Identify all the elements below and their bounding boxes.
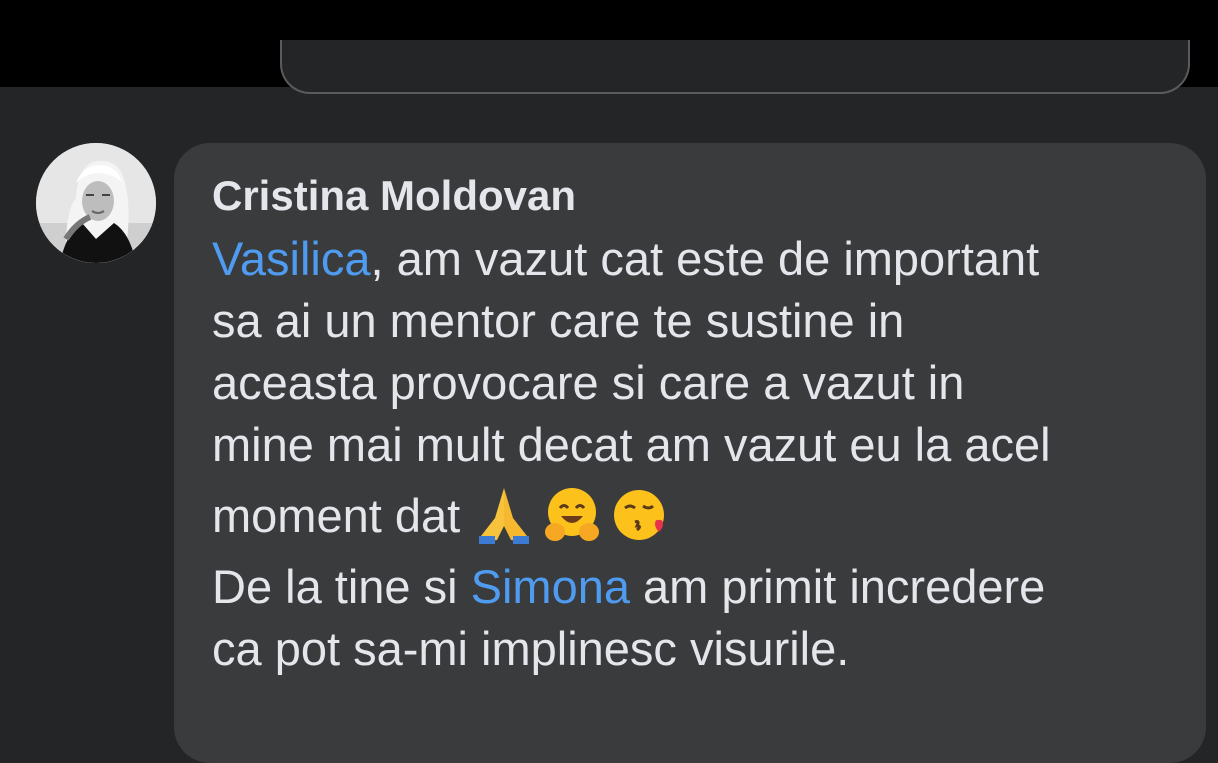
hugging-face-icon (541, 484, 603, 546)
comment-line: ca pot sa-mi implinesc visurile. (212, 622, 850, 675)
mention-link[interactable]: Vasilica (212, 232, 370, 285)
comment-line: mine mai mult decat am vazut eu la acel (212, 418, 1051, 471)
comment-text-segment: am primit incredere (629, 560, 1046, 613)
comment-line: sa ai un mentor care te sustine in (212, 294, 905, 347)
comment-text-segment: De la tine si (212, 560, 471, 613)
comment-line: De la tine si Simona am primit incredere (212, 556, 1192, 618)
mention-link[interactable]: Simona (471, 560, 630, 613)
comment-line: Vasilica, am vazut cat este de important (212, 228, 1192, 290)
folded-hands-icon (473, 484, 535, 546)
previous-comment-bubble-edge (280, 40, 1190, 94)
comment-author-name[interactable]: Cristina Moldovan (212, 172, 576, 220)
comment-text: Vasilica, am vazut cat este de important… (212, 228, 1192, 680)
face-blowing-kiss-icon (609, 484, 671, 546)
comment-text-segment: moment dat (212, 489, 474, 542)
comment-text-segment: , am vazut cat este de important (370, 232, 1040, 285)
comment-line: moment dat (212, 476, 1192, 556)
avatar[interactable] (36, 143, 156, 263)
comment-line: aceasta provocare si care a vazut in (212, 356, 965, 409)
